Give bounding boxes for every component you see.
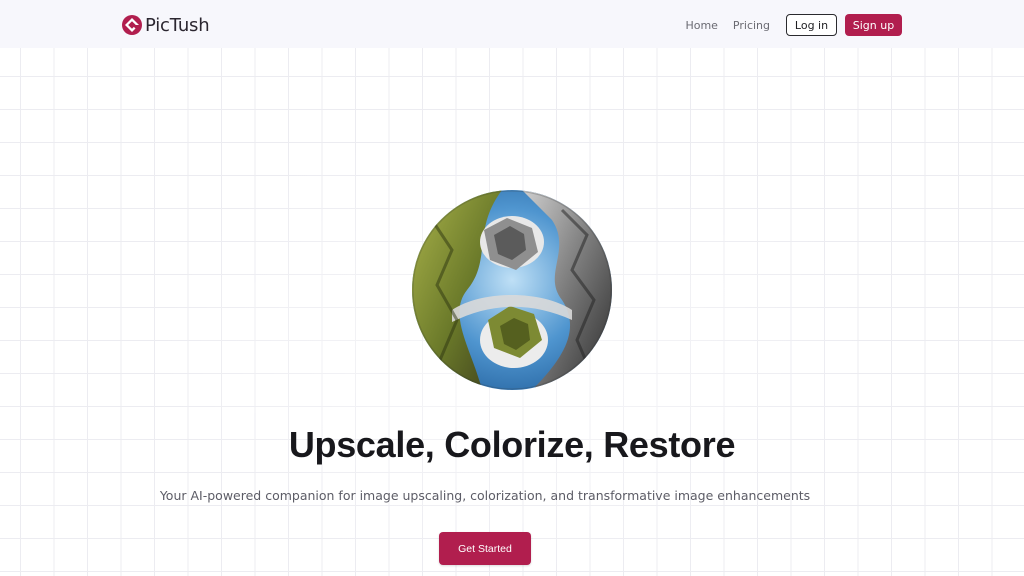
main-nav: Home Pricing Log in Sign up xyxy=(685,14,902,36)
brand-logo[interactable]: PicTush xyxy=(121,13,210,37)
hero-title: Upscale, Colorize, Restore xyxy=(288,424,736,465)
pictush-logo-icon xyxy=(122,15,142,35)
hero-subtitle: Your AI-powered companion for image upsc… xyxy=(159,488,811,503)
get-started-button[interactable]: Get Started xyxy=(439,532,531,565)
hero-collage-image xyxy=(412,190,612,390)
nav-pricing-link[interactable]: Pricing xyxy=(733,19,770,32)
top-navbar: PicTush Home Pricing Log in Sign up xyxy=(0,0,1024,48)
brand-name: PicTush xyxy=(145,14,210,36)
nav-home-link[interactable]: Home xyxy=(685,19,717,32)
signup-button[interactable]: Sign up xyxy=(845,14,902,36)
login-button[interactable]: Log in xyxy=(786,14,837,36)
